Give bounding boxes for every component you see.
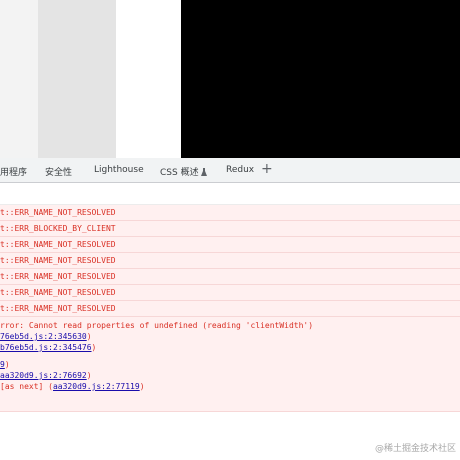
devtools-tab-bar: 用程序 安全性 Lighthouse CSS 概述 Redux +	[0, 158, 460, 183]
stack-link[interactable]: 76eb5d.js:2:345630	[0, 332, 87, 341]
tab-lighthouse[interactable]: Lighthouse	[94, 165, 144, 175]
panel-left	[0, 0, 38, 158]
tab-security[interactable]: 安全性	[45, 165, 72, 178]
stack-link[interactable]: aa320d9.js:2:76692	[0, 371, 87, 380]
stack-line: [as next] (aa320d9.js:2:77119)	[0, 382, 145, 391]
black-preview-panel	[181, 0, 460, 158]
add-tab-icon[interactable]: +	[261, 161, 273, 177]
tab-application[interactable]: 用程序	[0, 165, 27, 178]
console-error-row: t::ERR_NAME_NOT_RESOLVED	[0, 205, 460, 221]
error-message: rror: Cannot read properties of undefine…	[0, 321, 314, 330]
console-error-row: t::ERR_BLOCKED_BY_CLIENT	[0, 221, 460, 237]
console-error-row: t::ERR_NAME_NOT_RESOLVED	[0, 253, 460, 269]
tab-css-overview[interactable]: CSS 概述	[160, 165, 207, 178]
stack-line: 76eb5d.js:2:345630)	[0, 332, 92, 341]
watermark: @稀土掘金技术社区	[374, 444, 456, 454]
console-error-stack: rror: Cannot read properties of undefine…	[0, 317, 460, 412]
console-error-row: t::ERR_NAME_NOT_RESOLVED	[0, 301, 460, 317]
stack-line: aa320d9.js:2:76692)	[0, 371, 92, 380]
stack-line: b76eb5d.js:2:345476)	[0, 343, 97, 352]
tab-redux[interactable]: Redux	[226, 165, 254, 175]
flask-icon	[200, 168, 207, 176]
panel-mid	[38, 0, 116, 158]
page-preview-area	[0, 0, 460, 158]
console-error-row: t::ERR_NAME_NOT_RESOLVED	[0, 285, 460, 301]
stack-link[interactable]: aa320d9.js:2:77119	[53, 382, 140, 391]
console-messages: t::ERR_NAME_NOT_RESOLVED t::ERR_BLOCKED_…	[0, 183, 460, 460]
console-error-row: t::ERR_NAME_NOT_RESOLVED	[0, 269, 460, 285]
stack-link[interactable]: b76eb5d.js:2:345476	[0, 343, 92, 352]
console-blank-row	[0, 183, 460, 205]
console-error-row: t::ERR_NAME_NOT_RESOLVED	[0, 237, 460, 253]
tab-css-overview-label: CSS 概述	[160, 168, 199, 178]
panel-white	[116, 0, 181, 158]
stack-line: 9)	[0, 360, 10, 369]
